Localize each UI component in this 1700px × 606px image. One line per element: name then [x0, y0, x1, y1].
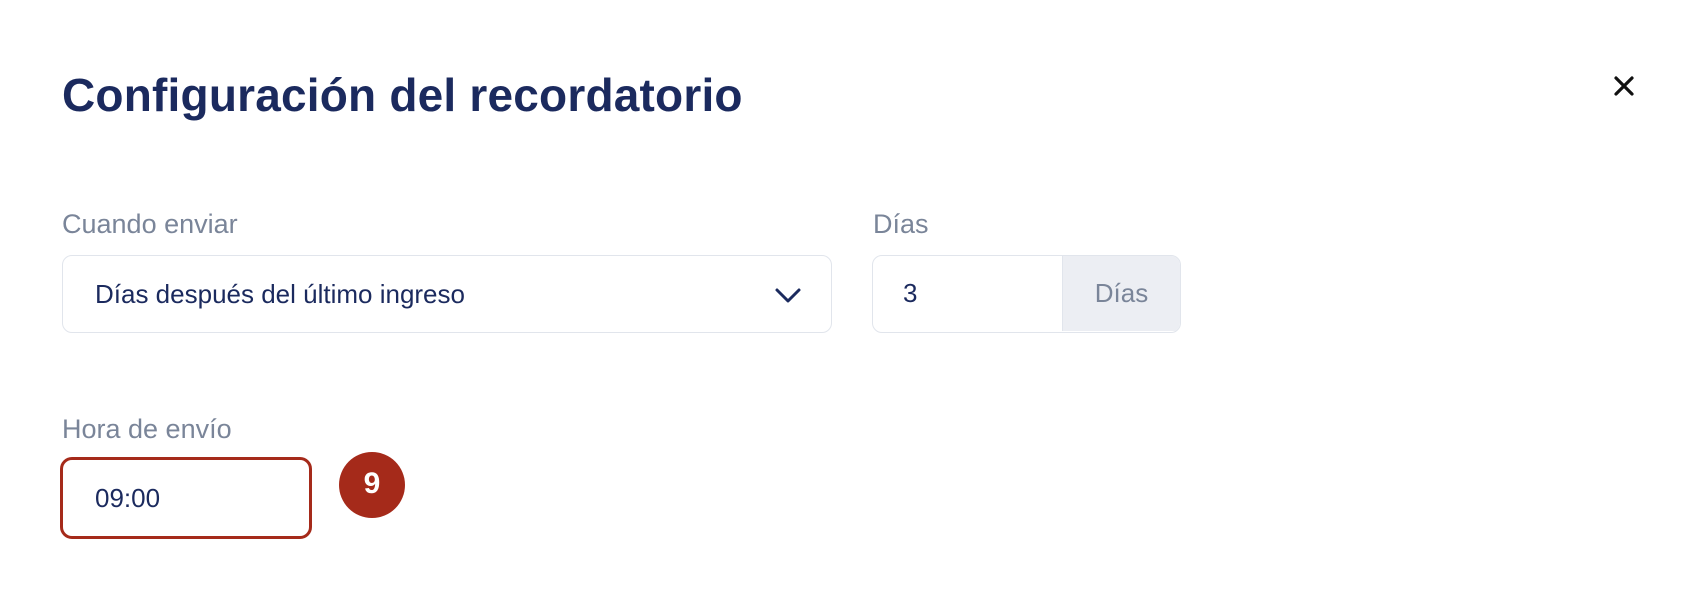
days-unit-addon: Días — [1062, 256, 1180, 331]
send-time-label: Hora de envío — [62, 414, 232, 444]
step-number-badge: 9 — [339, 452, 405, 518]
send-time-input[interactable] — [60, 457, 312, 539]
chevron-down-icon — [773, 280, 803, 310]
when-to-send-select[interactable]: Días después del último ingreso — [62, 255, 832, 333]
reminder-settings-dialog: Configuración del recordatorio Cuando en… — [0, 0, 1700, 606]
when-to-send-value: Días después del último ingreso — [95, 279, 465, 309]
days-label: Días — [873, 209, 929, 239]
dialog-title: Configuración del recordatorio — [62, 69, 743, 121]
close-button[interactable] — [1604, 66, 1644, 106]
days-input[interactable] — [873, 256, 1062, 331]
close-icon — [1604, 66, 1644, 106]
when-to-send-label: Cuando enviar — [62, 209, 238, 239]
days-input-group: Días — [872, 255, 1181, 333]
